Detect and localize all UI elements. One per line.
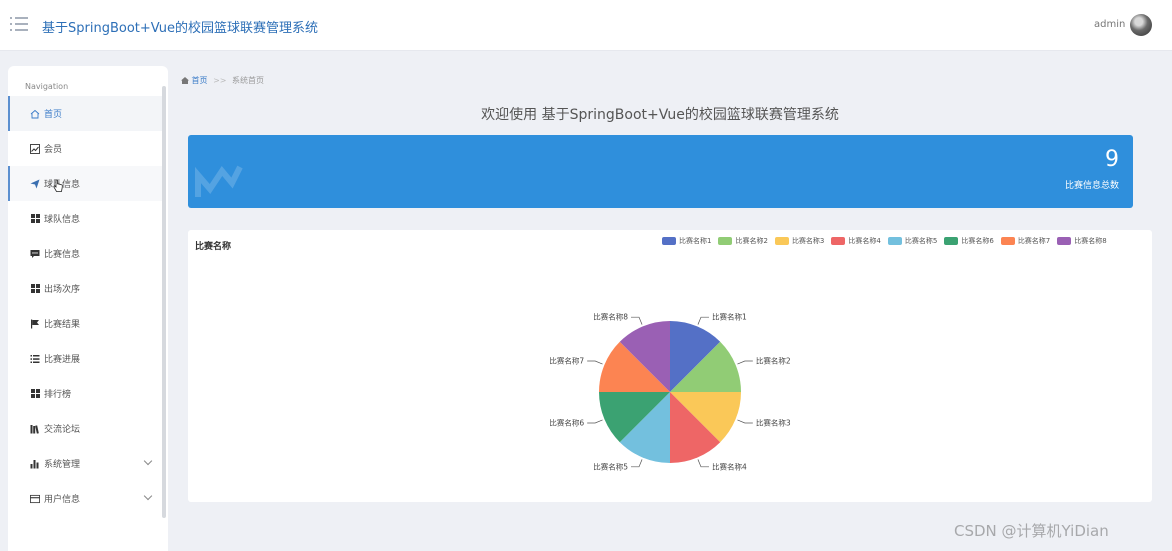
grid-icon bbox=[30, 284, 40, 294]
pie-chart: 比赛名称1 比赛名称2 比赛名称3 比赛名称4 比赛名称5 比赛名称6 比赛名称7 比赛名称8 bbox=[549, 312, 791, 472]
list-icon bbox=[30, 354, 40, 364]
comment-icon bbox=[30, 249, 40, 259]
pie-chart-panel: 比赛名称 比赛名称1 比赛名称2 比赛名称3 比赛名称4 比赛名称5 比赛名称6 比赛名称7… bbox=[188, 230, 1152, 502]
pie-label: 比赛名称4 bbox=[712, 461, 747, 471]
sidebar-item-leaderboard[interactable]: 排行榜 bbox=[8, 376, 163, 411]
pie-label: 比赛名称8 bbox=[593, 312, 628, 322]
chart-decoration-icon bbox=[195, 165, 243, 197]
breadcrumb-home[interactable]: 首页 bbox=[181, 76, 210, 85]
sidebar-item-label: 系统管理 bbox=[44, 460, 81, 470]
sidebar-item-label: 比赛信息 bbox=[44, 250, 81, 260]
sidebar-item-label: 排行榜 bbox=[44, 390, 72, 400]
chevron-down-icon bbox=[143, 456, 153, 466]
pie-label-line bbox=[737, 360, 753, 365]
sidebar-item-label: 交流论坛 bbox=[44, 425, 81, 435]
pie-label: 比赛名称7 bbox=[549, 356, 584, 366]
sidebar-item-appearance-order[interactable]: 出场次序 bbox=[8, 271, 163, 306]
sidebar-item-label: 比赛结果 bbox=[44, 320, 81, 330]
sidebar-item-match-info[interactable]: 比赛信息 bbox=[8, 236, 163, 271]
sidebar-item-match-results[interactable]: 比赛结果 bbox=[8, 306, 163, 341]
sidebar-item-home[interactable]: 首页 bbox=[8, 96, 163, 131]
pie-label: 比赛名称2 bbox=[756, 356, 791, 366]
pie-label: 比赛名称1 bbox=[712, 312, 747, 322]
pie-label-line bbox=[737, 419, 753, 424]
pie-label: 比赛名称5 bbox=[593, 461, 628, 471]
app-title: 基于SpringBoot+Vue的校园篮球联赛管理系统 bbox=[42, 21, 319, 36]
sidebar-item-label: 首页 bbox=[44, 110, 63, 120]
breadcrumb-current: 系统首页 bbox=[232, 76, 265, 85]
sidebar-item-members[interactable]: 会员 bbox=[8, 131, 163, 166]
sidebar-item-team-info-1[interactable]: 球队信息 bbox=[8, 166, 163, 201]
chevron-down-icon bbox=[143, 491, 153, 501]
library-icon bbox=[30, 424, 40, 434]
stat-card: 9 比赛信息总数 bbox=[188, 135, 1133, 208]
welcome-heading: 欢迎使用 基于SpringBoot+Vue的校园篮球联赛管理系统 bbox=[481, 107, 839, 123]
send-icon bbox=[30, 179, 40, 189]
sidebar-item-label: 会员 bbox=[44, 145, 63, 155]
breadcrumb: 首页 >> 系统首页 bbox=[181, 75, 264, 86]
sidebar-item-label: 出场次序 bbox=[44, 285, 81, 295]
grid-icon bbox=[30, 389, 40, 399]
pie-label-line bbox=[697, 459, 709, 468]
pie-label-line bbox=[587, 360, 603, 365]
stat-value: 9 bbox=[1105, 147, 1119, 172]
stat-label: 比赛信息总数 bbox=[1064, 181, 1119, 191]
top-header: 基于SpringBoot+Vue的校园篮球联赛管理系统 admin bbox=[0, 0, 1172, 51]
grid-icon bbox=[30, 214, 40, 224]
sidebar-item-system-management[interactable]: 系统管理 bbox=[8, 446, 163, 481]
menu-toggle-icon[interactable] bbox=[10, 17, 28, 31]
watermark: CSDN @计算机YiDian bbox=[954, 522, 1109, 540]
pie-label-line bbox=[697, 316, 709, 325]
home-icon bbox=[181, 76, 189, 84]
flag-icon bbox=[30, 319, 40, 329]
pie-label: 比赛名称6 bbox=[549, 417, 584, 427]
breadcrumb-separator: >> bbox=[213, 76, 227, 85]
card-icon bbox=[30, 494, 40, 504]
sidebar-item-label: 用户信息 bbox=[44, 495, 81, 505]
bar-chart-icon bbox=[30, 459, 40, 469]
sidebar-item-label: 比赛进展 bbox=[44, 355, 81, 365]
sidebar-scrollbar[interactable] bbox=[162, 86, 166, 518]
pie-label-line bbox=[631, 459, 643, 468]
pie-label: 比赛名称3 bbox=[756, 417, 791, 427]
chart-line-icon bbox=[30, 143, 40, 154]
nav-heading: Navigation bbox=[25, 82, 69, 91]
avatar[interactable] bbox=[1130, 14, 1152, 36]
pie-label-line bbox=[631, 316, 643, 325]
hand-cursor-icon bbox=[53, 179, 63, 192]
sidebar-item-label: 球队信息 bbox=[44, 215, 81, 225]
pie-label-line bbox=[587, 419, 603, 424]
home-icon bbox=[30, 109, 40, 119]
user-name[interactable]: admin bbox=[1094, 19, 1125, 30]
sidebar-item-match-progress[interactable]: 比赛进展 bbox=[8, 341, 163, 376]
sidebar-item-forum[interactable]: 交流论坛 bbox=[8, 411, 163, 446]
sidebar-item-user-info[interactable]: 用户信息 bbox=[8, 481, 163, 516]
sidebar: Navigation 首页 会员 球队信息 球队信息 比赛信息 出场次序 bbox=[8, 66, 168, 551]
sidebar-item-team-info-2[interactable]: 球队信息 bbox=[8, 201, 163, 236]
